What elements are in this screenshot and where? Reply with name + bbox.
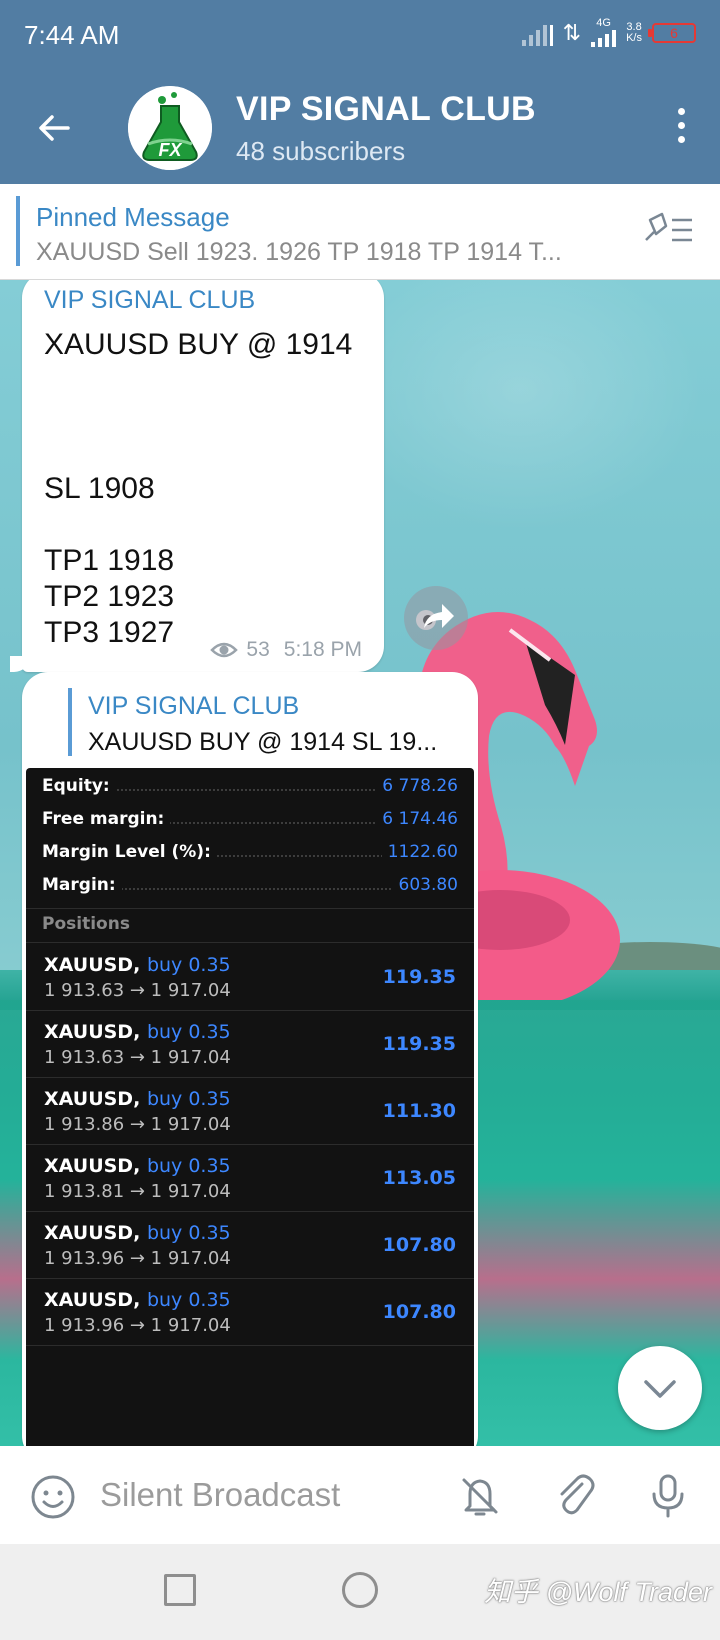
reply-sender: VIP SIGNAL CLUB (88, 692, 300, 720)
paperclip-icon[interactable] (552, 1472, 600, 1520)
reply-text: XAUUSD BUY @ 1914 SL 19... (88, 728, 438, 756)
system-nav-bar: 知乎 @Wolf Trader (0, 1544, 720, 1640)
bell-off-icon[interactable] (456, 1472, 504, 1520)
status-time: 7:44 AM (24, 20, 120, 50)
position-row: XAUUSD, buy 0.35 1 913.63 → 1 917.04 119… (44, 1021, 456, 1068)
share-button[interactable] (404, 586, 468, 650)
silent-broadcast-input[interactable]: Silent Broadcast (100, 1476, 340, 1514)
account-row: Free margin: 6 174.46 (42, 809, 458, 829)
flask-logo-icon: FX (128, 86, 212, 170)
position-row: XAUUSD, buy 0.35 1 913.96 → 1 917.04 107… (44, 1289, 456, 1336)
position-row: XAUUSD, buy 0.35 1 913.96 → 1 917.04 107… (44, 1222, 456, 1269)
signal-4g-icon (591, 29, 617, 47)
signal-icon (521, 20, 553, 46)
subscriber-count: 48 subscribers (236, 136, 406, 166)
pinned-indicator (16, 196, 20, 266)
account-row: Margin Level (%): 1122.60 (42, 842, 458, 862)
share-icon (424, 604, 454, 628)
network-indicator: 4G (591, 17, 617, 47)
status-bar: 7:44 AM ⇅ 4G 3.8 K/s 6 (0, 0, 720, 74)
pinned-message-bar[interactable]: Pinned Message XAUUSD Sell 1923. 1926 TP… (0, 184, 720, 280)
message-bubble[interactable]: VIP SIGNAL CLUB XAUUSD BUY @ 1914 SL 19.… (22, 672, 478, 1446)
view-count: 53 (246, 638, 270, 661)
position-row: XAUUSD, buy 0.35 1 913.81 → 1 917.04 113… (44, 1155, 456, 1202)
reply-preview[interactable]: VIP SIGNAL CLUB XAUUSD BUY @ 1914 SL 19.… (46, 688, 456, 756)
pin-list-icon[interactable] (640, 210, 696, 250)
pinned-text: XAUUSD Sell 1923. 1926 TP 1918 TP 1914 T… (36, 238, 562, 266)
account-row: Equity: 6 778.26 (42, 776, 458, 796)
position-row: XAUUSD, buy 0.35 1 913.86 → 1 917.04 111… (44, 1088, 456, 1135)
more-vertical-icon[interactable] (676, 108, 686, 148)
network-type: 4G (596, 17, 611, 29)
avatar-text: FX (158, 140, 182, 160)
position-row: XAUUSD, buy 0.35 1 913.63 → 1 917.04 119… (44, 954, 456, 1001)
channel-title[interactable]: VIP SIGNAL CLUB (236, 90, 536, 129)
status-icons: ⇅ 4G 3.8 K/s 6 (521, 17, 696, 47)
message-meta: 53 5:18 PM (210, 638, 362, 662)
battery-level: 6 (670, 24, 678, 41)
account-row: Margin: 603.80 (42, 875, 458, 895)
message-sender[interactable]: VIP SIGNAL CLUB (44, 286, 255, 315)
chat-area[interactable]: VIP SIGNAL CLUB XAUUSD BUY @ 1914 SL 190… (0, 280, 720, 1446)
channel-avatar[interactable]: FX (128, 86, 212, 170)
message-line: XAUUSD BUY @ 1914 (44, 328, 353, 361)
positions-header: Positions (42, 914, 130, 934)
chevron-down-icon (644, 1380, 676, 1398)
home-button[interactable] (342, 1572, 378, 1608)
eye-icon (210, 642, 239, 658)
message-line: TP3 1927 (44, 616, 175, 649)
message-line: TP2 1923 (44, 580, 175, 613)
message-bubble[interactable]: VIP SIGNAL CLUB XAUUSD BUY @ 1914 SL 190… (10, 280, 384, 672)
recent-apps-button[interactable] (164, 1574, 196, 1606)
message-time: 5:18 PM (283, 638, 362, 661)
smiley-icon[interactable] (30, 1474, 76, 1520)
microphone-icon[interactable] (644, 1472, 692, 1520)
arrow-left-icon[interactable] (34, 108, 74, 148)
message-composer: Silent Broadcast (0, 1446, 720, 1544)
message-line: SL 1908 (44, 472, 155, 505)
channel-header: FX VIP SIGNAL CLUB 48 subscribers (0, 74, 720, 184)
network-speed: 3.8 K/s (626, 20, 642, 44)
data-arrows-icon: ⇅ (562, 19, 582, 45)
scroll-down-button[interactable] (618, 1346, 702, 1430)
battery-icon: 6 (648, 22, 696, 43)
watermark: 知乎 @Wolf Trader (484, 1577, 712, 1607)
message-line: TP1 1918 (44, 544, 175, 577)
pinned-label: Pinned Message (36, 202, 230, 232)
trading-screenshot[interactable]: Equity: 6 778.26 Free margin: 6 174.46 M… (26, 768, 474, 1446)
